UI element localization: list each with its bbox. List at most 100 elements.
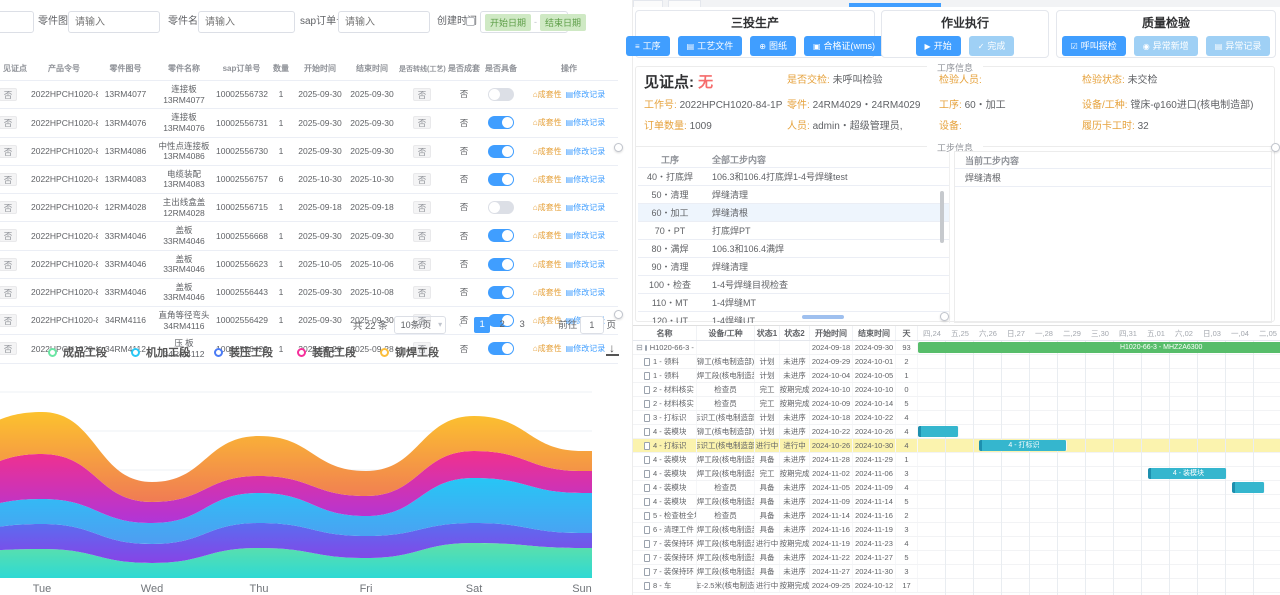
active-tab-indicator[interactable]	[849, 3, 941, 7]
part-no-input[interactable]	[68, 11, 160, 33]
gantt-row[interactable]: 4 - 装模块铆焊工段(核电制造部)具备未进序2024-11-282024-11…	[633, 453, 1280, 467]
process-row[interactable]: 80・满焊106.3和106.4满焊	[638, 240, 949, 258]
gantt-row[interactable]: 7 - 装保持环铆焊工段(核电制造部)具备未进序2024-11-222024-1…	[633, 551, 1280, 565]
table-row[interactable]: 否2022HPCH1020-84-2M33RM4046盖板 33RM404610…	[0, 250, 618, 278]
legend-item[interactable]: 装配工段	[297, 344, 356, 360]
column-header[interactable]: sap订单号	[215, 57, 268, 81]
column-header[interactable]: 是否具备	[482, 57, 520, 81]
工序-button[interactable]: ≡工序	[626, 36, 670, 56]
column-header[interactable]: 结束时间	[346, 57, 398, 81]
ready-toggle[interactable]	[488, 145, 514, 158]
完成-button[interactable]: ✓完成	[969, 36, 1015, 56]
gantt-column-header[interactable]: 状态2	[780, 326, 810, 340]
异常新增-button[interactable]: ◉异常新增	[1134, 36, 1198, 56]
gantt-row[interactable]: 1 - 领料铆工(核电制造部)计划未进序2024-09-292024-10-01…	[633, 355, 1280, 369]
current-step-row[interactable]: 焊缝清根	[955, 169, 1271, 187]
gantt-bar[interactable]	[1232, 482, 1266, 493]
gantt-row[interactable]: 2 - 材料核实检查员完工按期完成2024-10-102024-10-100	[633, 383, 1280, 397]
ready-toggle[interactable]	[488, 342, 514, 355]
table-row[interactable]: 否2022HPCH1020-84-1M12RM4028主出线盒盖 12RM402…	[0, 194, 618, 222]
gantt-column-header[interactable]: 状态1	[755, 326, 780, 340]
ready-toggle[interactable]	[488, 286, 514, 299]
modify-record-link[interactable]: ▤修改记录	[566, 203, 606, 212]
process-row[interactable]: 100・检查1-4号焊缝目视检查	[638, 276, 949, 294]
legend-item[interactable]: 成品工段	[48, 344, 107, 360]
table-row[interactable]: 否2022HPCH1020-84-1M13RM4086中性点连接板 13RM40…	[0, 137, 618, 165]
gantt-row[interactable]: 4 - 装模块铆焊工段(核电制造部)具备未进序2024-11-092024-11…	[633, 495, 1280, 509]
set-check-link[interactable]: ⌂成套性	[533, 231, 562, 240]
process-row[interactable]: 70・PT打底焊PT	[638, 222, 949, 240]
gantt-column-header[interactable]: 名称	[633, 326, 697, 340]
splitter-handle[interactable]	[614, 310, 623, 319]
column-header[interactable]: 是否成套	[446, 57, 482, 81]
图纸-button[interactable]: ⊕图纸	[750, 36, 796, 56]
set-check-link[interactable]: ⌂成套性	[533, 118, 562, 127]
工艺文件-button[interactable]: ▤工艺文件	[678, 36, 743, 56]
page-number[interactable]: 3	[514, 317, 530, 333]
gantt-bar[interactable]: 4 - 打标识	[979, 440, 1067, 451]
modify-record-link[interactable]: ▤修改记录	[566, 118, 606, 127]
ready-toggle[interactable]	[488, 201, 514, 214]
page-size-select[interactable]: 10条/页	[394, 316, 447, 334]
goto-page-input[interactable]	[580, 316, 604, 334]
modify-record-link[interactable]: ▤修改记录	[566, 344, 606, 353]
column-header[interactable]: 见证点	[0, 57, 30, 81]
tab-1[interactable]	[633, 0, 663, 7]
column-header[interactable]: 开始时间	[294, 57, 346, 81]
column-header[interactable]: 产品令号	[30, 57, 98, 81]
date-checkbox[interactable]	[466, 17, 475, 39]
gantt-row[interactable]: 3 - 打标识标识工(核电制造部)计划未进序2024-10-182024-10-…	[633, 411, 1280, 425]
process-row[interactable]: 60・加工焊缝清根	[638, 204, 949, 222]
ready-toggle[interactable]	[488, 229, 514, 242]
gantt-row[interactable]: 7 - 装保持环铆焊工段(核电制造部)具备未进序2024-11-272024-1…	[633, 565, 1280, 579]
gantt-row[interactable]: 4 - 装模块铆工(核电制造部)计划未进序2024-10-222024-10-2…	[633, 425, 1280, 439]
date-end-chip[interactable]: 结束日期	[540, 14, 586, 31]
page-number[interactable]: 1	[474, 317, 490, 333]
legend-item[interactable]: 装压工段	[214, 344, 273, 360]
splitter-handle[interactable]	[1271, 143, 1280, 152]
gantt-bar[interactable]: 4 - 装模块	[1148, 468, 1228, 479]
horizontal-scrollbar[interactable]	[802, 315, 844, 319]
splitter-handle[interactable]	[614, 143, 623, 152]
column-header[interactable]: 操作	[520, 57, 618, 81]
next-page-icon[interactable]: ›	[536, 317, 552, 333]
gantt-row[interactable]: 8 - 车立车-2.5米(核电制造部)进行中按期完成2024-09-252024…	[633, 579, 1280, 593]
modify-record-link[interactable]: ▤修改记录	[566, 260, 606, 269]
gantt-column-header[interactable]: 设备/工种	[697, 326, 755, 340]
process-row[interactable]: 120・UT1-4焊缝UT	[638, 312, 949, 323]
column-header[interactable]: 数量	[268, 57, 294, 81]
table-row[interactable]: 否2022HPCH1020-84-3M33RM4046盖板 33RM404610…	[0, 222, 618, 250]
collapse-icon[interactable]: ⊟	[636, 343, 643, 352]
gantt-row[interactable]: 7 - 装保持环铆焊工段(核电制造部)进行中按期完成2024-11-192024…	[633, 537, 1280, 551]
set-check-link[interactable]: ⌂成套性	[533, 147, 562, 156]
gantt-row[interactable]: 4 - 打标识标识工(核电制造部)进行中进行中2024-10-262024-10…	[633, 439, 1280, 453]
gantt-row[interactable]: 4 - 装模块检查员具备未进序2024-11-052024-11-094	[633, 481, 1280, 495]
ready-toggle[interactable]	[488, 258, 514, 271]
process-row[interactable]: 40・打底焊106.3和106.4打底焊1-4号焊缝test	[638, 168, 949, 186]
ready-toggle[interactable]	[488, 88, 514, 101]
set-check-link[interactable]: ⌂成套性	[533, 203, 562, 212]
modify-record-link[interactable]: ▤修改记录	[566, 231, 606, 240]
process-row[interactable]: 90・清理焊缝清理	[638, 258, 949, 276]
part-name-input[interactable]	[198, 11, 295, 33]
set-check-link[interactable]: ⌂成套性	[533, 260, 562, 269]
ready-toggle[interactable]	[488, 173, 514, 186]
gantt-row[interactable]: 5 - 检查桩全块外径检查员具备未进序2024-11-142024-11-162	[633, 509, 1280, 523]
set-check-link[interactable]: ⌂成套性	[533, 288, 562, 297]
ready-toggle[interactable]	[488, 116, 514, 129]
set-check-link[interactable]: ⌂成套性	[533, 90, 562, 99]
sap-order-input[interactable]	[338, 11, 430, 33]
column-header[interactable]: 是否转线(工艺)	[398, 57, 446, 81]
page-number[interactable]: 2	[494, 317, 510, 333]
vertical-scrollbar[interactable]	[940, 191, 944, 243]
呼叫报检-button[interactable]: ☑呼叫报检	[1062, 36, 1126, 56]
gantt-row[interactable]: 2 - 材料核实检查员完工按期完成2024-10-092024-10-145	[633, 397, 1280, 411]
gantt-row[interactable]: ⊟H1020-66-3 - MHZ2A63002024-09-182024-09…	[633, 341, 1280, 355]
legend-item[interactable]: 机加工段	[131, 344, 190, 360]
gantt-column-header[interactable]: 结束时间	[853, 326, 896, 340]
开始-button[interactable]: ▶开始	[916, 36, 961, 56]
tab-2[interactable]	[668, 0, 701, 7]
date-start-chip[interactable]: 开始日期	[485, 14, 531, 31]
date-range-picker[interactable]: 开始日期 - 结束日期	[480, 11, 568, 33]
gantt-column-header[interactable]: 开始时间	[810, 326, 853, 340]
